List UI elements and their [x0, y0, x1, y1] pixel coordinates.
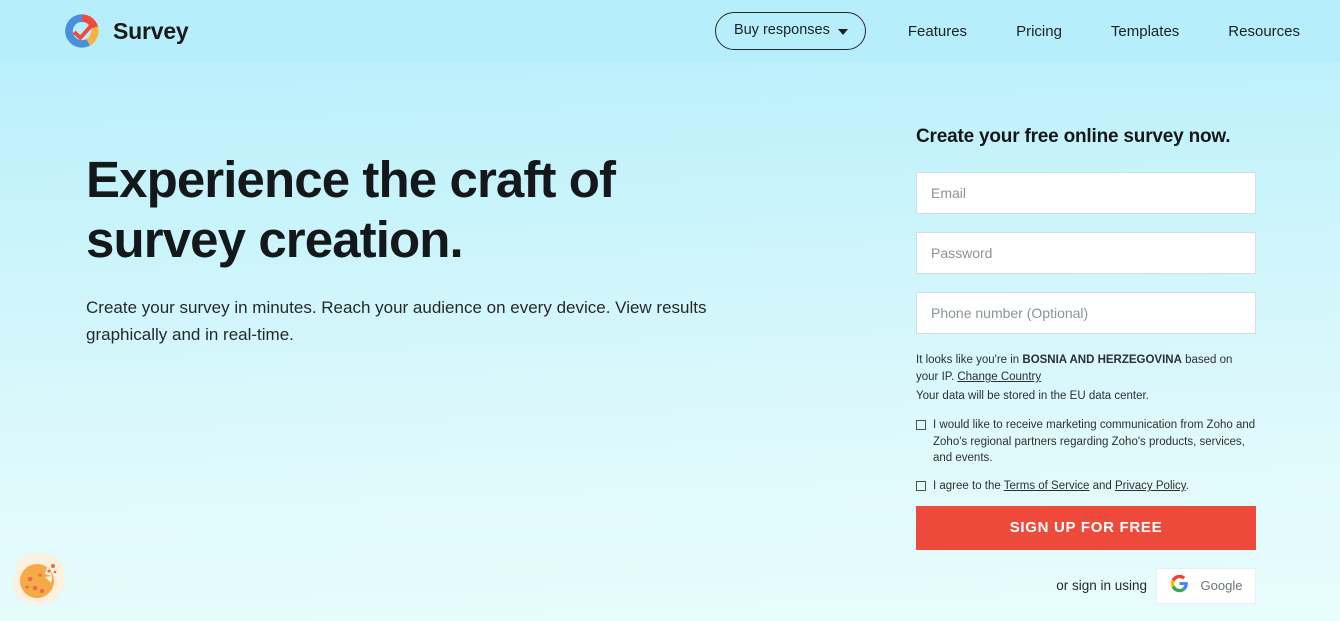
- data-center-notice: Your data will be stored in the EU data …: [916, 390, 1149, 403]
- cookie-icon: [12, 553, 65, 605]
- nav-item-features[interactable]: Features: [908, 17, 967, 46]
- social-signin-row: or sign in using Google: [916, 567, 1256, 604]
- password-input[interactable]: [916, 232, 1256, 274]
- nav-item-templates[interactable]: Templates: [1111, 17, 1179, 46]
- terms-consent-checkbox[interactable]: [916, 481, 926, 492]
- site-header: Survey Buy responses Features Pricing Te…: [0, 0, 1340, 62]
- google-signin-label: Google: [1200, 578, 1243, 594]
- survey-check-circle-logo-icon: [62, 11, 102, 51]
- main-navigation: Buy responses Features Pricing Templates…: [714, 0, 1300, 62]
- chevron-down-icon: [837, 28, 848, 35]
- terms-prefix: I agree to the: [933, 480, 1004, 493]
- hero-title: Experience the craft of survey creation.: [86, 151, 616, 268]
- terms-suffix: .: [1185, 480, 1189, 493]
- buy-responses-label: Buy responses: [733, 22, 830, 39]
- page-root: Survey Buy responses Features Pricing Te…: [0, 0, 1340, 621]
- nav-item-resources[interactable]: Resources: [1228, 17, 1300, 46]
- marketing-consent-checkbox[interactable]: [916, 420, 926, 431]
- google-g-icon: [1170, 574, 1189, 598]
- buy-responses-button[interactable]: Buy responses: [714, 12, 866, 50]
- terms-of-service-link[interactable]: Terms of Service: [1004, 480, 1090, 492]
- hero-section: Experience the craft of survey creation.…: [86, 150, 786, 348]
- marketing-consent-label: I would like to receive marketing commun…: [933, 419, 1256, 465]
- signup-title: Create your free online survey now.: [916, 126, 1231, 147]
- email-input[interactable]: [916, 172, 1256, 214]
- cookie-preferences-button[interactable]: [9, 549, 69, 609]
- privacy-policy-link[interactable]: Privacy Policy: [1115, 480, 1186, 492]
- geo-country: BOSNIA AND HERZEGOVINA: [1022, 354, 1182, 366]
- google-signin-button[interactable]: Google: [1156, 567, 1256, 604]
- geo-notice: It looks like you're in BOSNIA AND HERZE…: [916, 352, 1246, 405]
- signup-panel: Create your free online survey now. It l…: [916, 126, 1256, 604]
- phone-input[interactable]: [916, 292, 1256, 334]
- terms-consent-row[interactable]: I agree to the Terms of Service and Priv…: [916, 478, 1256, 495]
- sign-up-for-free-button[interactable]: SIGN UP FOR FREE: [916, 505, 1256, 550]
- hero-subtitle: Create your survey in minutes. Reach you…: [86, 298, 707, 344]
- social-signin-label: or sign in using: [1056, 578, 1147, 594]
- nav-item-pricing[interactable]: Pricing: [1016, 17, 1062, 46]
- terms-middle: and: [1089, 480, 1115, 493]
- terms-consent-label: I agree to the Terms of Service and Priv…: [933, 478, 1256, 495]
- brand-logo-link[interactable]: Survey: [62, 11, 189, 51]
- marketing-consent-row[interactable]: I would like to receive marketing commun…: [916, 417, 1256, 467]
- change-country-link[interactable]: Change Country: [957, 371, 1041, 383]
- geo-prefix: It looks like you're in: [916, 354, 1023, 366]
- brand-name: Survey: [113, 17, 189, 44]
- consent-group: I would like to receive marketing commun…: [916, 417, 1256, 495]
